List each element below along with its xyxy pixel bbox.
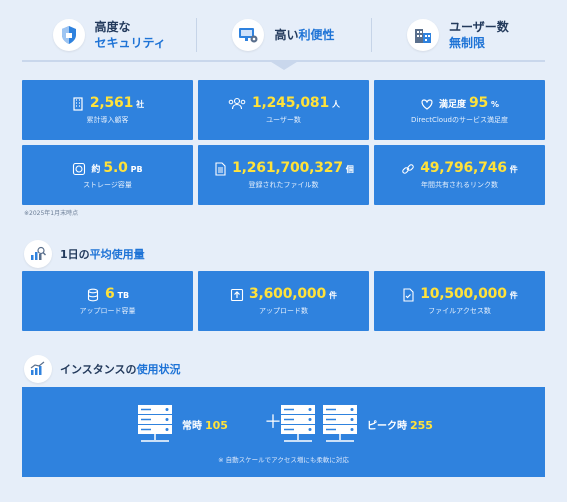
instances-title: インスタンスの使用状況 (60, 361, 181, 377)
daily-value: 6 (104, 286, 115, 302)
feature-security-line2: セキュリティ (94, 36, 166, 50)
feature-bar: 高度な セキュリティ 高い利便性 ユーザー数 無制限 (22, 10, 545, 60)
daily-label: ファイルアクセス数 (428, 307, 491, 315)
peak-value: 255 (410, 419, 433, 432)
daily-usage-title-pre: 1日の (60, 248, 90, 261)
stat-prefix: 約 (91, 165, 101, 175)
stat-unit: PB (130, 165, 143, 174)
feature-users-line1: ユーザー数 (448, 20, 509, 34)
stat-value: 1,245,081 (251, 95, 330, 111)
divider-notch (268, 60, 300, 70)
daily-usage-title: 1日の平均使用量 (60, 246, 145, 262)
daily-card-capacity: 6 TB アップロード容量 (22, 271, 193, 331)
server-icon (323, 405, 357, 442)
building-icon (71, 96, 85, 111)
daily-usage-grid: 6 TB アップロード容量 3,600,000 件 アップロード数 10,500… (22, 271, 545, 331)
stat-unit: 人 (332, 100, 341, 109)
stat-value: 2,561 (89, 95, 134, 111)
heart-icon (420, 96, 434, 110)
stat-value: 95 (468, 95, 489, 111)
stat-label: ストレージ容量 (83, 181, 132, 189)
daily-unit: 件 (509, 291, 518, 300)
footnote: ※2025年1月末時点 (24, 210, 79, 217)
server-icon (138, 405, 172, 442)
feature-users-line2: 無制限 (448, 36, 485, 50)
feature-convenience: 高い利便性 (196, 10, 370, 60)
stat-unit: 社 (136, 100, 145, 109)
daily-card-access: 10,500,000 件 ファイルアクセス数 (374, 271, 545, 331)
feature-convenience-line1: 高い (274, 28, 299, 42)
stat-label: ユーザー数 (266, 116, 301, 124)
stat-prefix: 満足度 (438, 100, 466, 110)
database-icon (86, 287, 100, 302)
stat-value: 5.0 (103, 160, 128, 176)
instances-title-highlight: 使用状況 (136, 363, 181, 376)
bar-chart-icon (24, 355, 52, 383)
stat-unit: 件 (509, 165, 518, 174)
instances-title-pre: インスタンスの (60, 363, 137, 376)
stat-value: 49,796,746 (420, 160, 507, 176)
daily-unit: TB (117, 291, 130, 300)
always-on-count: 常時 105 (182, 417, 228, 432)
instances-panel: 常時 105 ＋ ピーク時 255 ※ 自動スケールでアクセス増にも柔軟に対応 (22, 387, 545, 477)
daily-label: アップロード数 (259, 307, 308, 315)
storage-icon (72, 161, 86, 176)
feature-security: 高度な セキュリティ (22, 10, 196, 60)
daily-unit: 件 (329, 291, 338, 300)
stats-grid: 2,561 社 累計導入顧客 1,245,081 人 ユーザー数 満足度 95 … (22, 80, 545, 205)
feature-convenience-text: 高い利便性 (274, 27, 334, 43)
file-icon (213, 161, 227, 176)
stat-label: 累計導入顧客 (86, 116, 129, 124)
feature-users-text: ユーザー数 無制限 (449, 19, 509, 51)
instances-heading: インスタンスの使用状況 (24, 355, 181, 383)
upload-icon (230, 287, 244, 302)
server-icon (281, 405, 315, 442)
stat-card-links: 49,796,746 件 年間共有されるリンク数 (374, 145, 545, 205)
instances-note: ※ 自動スケールでアクセス増にも柔軟に対応 (218, 456, 349, 464)
feature-security-line1: 高度な (94, 20, 131, 34)
stat-card-files: 1,261,700,327 個 登録されたファイル数 (198, 145, 369, 205)
daily-value: 10,500,000 (420, 286, 507, 302)
file-check-icon (401, 287, 415, 302)
peak-label: ピーク時 (367, 421, 407, 432)
daily-card-uploads: 3,600,000 件 アップロード数 (198, 271, 369, 331)
always-on-label: 常時 (182, 421, 202, 432)
buildings-icon (406, 19, 439, 51)
stat-label: DirectCloudのサービス満足度 (411, 116, 508, 124)
link-icon (401, 161, 415, 175)
feature-convenience-highlight: 利便性 (298, 28, 335, 42)
daily-usage-title-highlight: 平均使用量 (89, 248, 145, 261)
stat-card-customers: 2,561 社 累計導入顧客 (22, 80, 193, 140)
daily-usage-heading: 1日の平均使用量 (24, 240, 145, 268)
stat-card-users: 1,245,081 人 ユーザー数 (198, 80, 369, 140)
always-on-value: 105 (205, 419, 228, 432)
daily-value: 3,600,000 (248, 286, 327, 302)
stat-value: 1,261,700,327 (232, 160, 343, 176)
stat-label: 年間共有されるリンク数 (421, 181, 498, 189)
stat-label: 登録されたファイル数 (248, 181, 319, 189)
stat-card-storage: 約 5.0 PB ストレージ容量 (22, 145, 193, 205)
shield-icon (52, 19, 85, 51)
chart-search-icon (24, 240, 52, 268)
stat-unit: % (491, 100, 500, 109)
monitor-gear-icon (232, 19, 265, 51)
feature-security-text: 高度な セキュリティ (95, 19, 166, 51)
peak-count: ピーク時 255 (367, 417, 433, 432)
stat-unit: 個 (345, 165, 354, 174)
daily-label: アップロード容量 (79, 307, 136, 315)
users-icon (227, 96, 247, 110)
feature-users: ユーザー数 無制限 (370, 10, 545, 60)
stat-card-satisfaction: 満足度 95 % DirectCloudのサービス満足度 (374, 80, 545, 140)
